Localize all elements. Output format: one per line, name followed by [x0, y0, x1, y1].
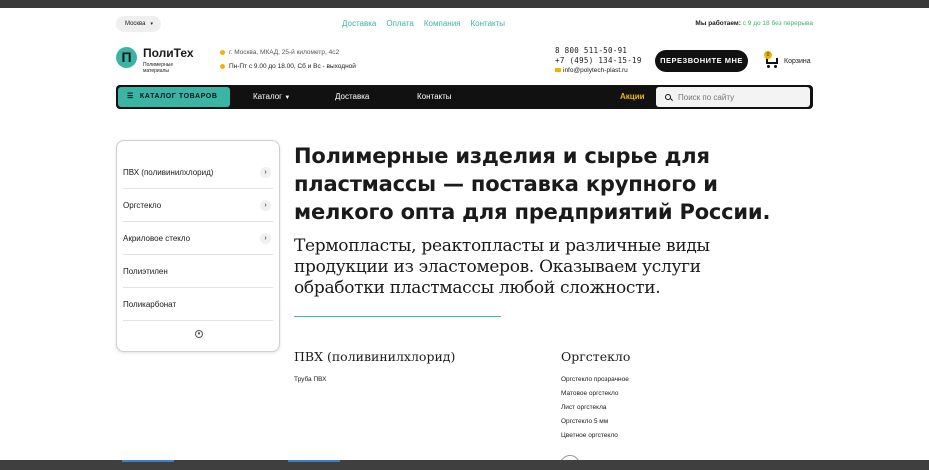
sidebar-item-label: Поликарбонат [123, 299, 177, 309]
top-nav-link-payment[interactable]: Оплата [386, 19, 414, 28]
email-text: info@polytech-plast.ru [563, 67, 628, 74]
category-title-pvc[interactable]: ПВХ (поливинилхлорид) [294, 349, 455, 364]
working-hours: Мы работаем: с 9 до 18 без перерыва [695, 20, 813, 27]
category-link[interactable]: Лист оргстекла [561, 401, 629, 415]
sidebar-item-orgsteklo[interactable]: Оргстекло › [123, 189, 273, 222]
chevron-down-icon: ▾ [150, 21, 153, 27]
sidebar-item-label: ПВХ (поливинилхлорид) [123, 167, 214, 177]
progress-segment [288, 460, 340, 462]
show-more-icon[interactable]: ▾ [195, 330, 203, 338]
sidebar-item-label: Акриловое стекло [123, 233, 191, 243]
category-link[interactable]: Оргстекло 5 мм [561, 415, 629, 429]
top-nav-link-contacts[interactable]: Контакты [471, 19, 506, 28]
divider [294, 316, 501, 317]
address: г. Москва, МКАД, 25-й километр, 4с2 [220, 49, 339, 56]
sidebar-item-polycarbonate[interactable]: Поликарбонат [123, 288, 273, 321]
phone-2[interactable]: +7 (495) 134-15-19 [555, 56, 642, 66]
search-icon [665, 93, 673, 101]
address-text: г. Москва, МКАД, 25-й километр, 4с2 [229, 49, 340, 56]
chevron-right-icon: › [260, 199, 271, 211]
page-subtitle: Термопласты, реактопласты и различные ви… [294, 236, 710, 298]
top-nav: Доставка Оплата Компания Контакты [342, 19, 505, 28]
cart-count-badge: 0 [764, 51, 772, 59]
category-link[interactable]: Оргстекло прозрачное [561, 373, 629, 387]
chevron-right-icon: › [260, 232, 271, 244]
catalog-sidebar: ПВХ (поливинилхлорид) › Оргстекло › Акри… [116, 140, 280, 352]
catalog-label: КАТАЛОГ ТОВАРОВ [139, 93, 218, 100]
cart-label: Корзина [784, 57, 811, 65]
logo-tagline: Полимерные материалы [143, 62, 174, 74]
sidebar-item-acrylic[interactable]: Акриловое стекло › [123, 222, 273, 255]
progress-segment [122, 460, 174, 462]
top-bar: Москва ▾ Доставка Оплата Компания Контак… [116, 16, 813, 32]
top-nav-link-delivery[interactable]: Доставка [342, 19, 376, 28]
chevron-right-icon: › [260, 166, 271, 178]
top-nav-link-company[interactable]: Компания [424, 19, 461, 28]
category-title-orgsteklo[interactable]: Оргстекло [561, 349, 630, 364]
catalog-button[interactable]: ☰ КАТАЛОГ ТОВАРОВ [118, 87, 230, 107]
logo[interactable]: П ПолиТех Полимерные материалы [116, 46, 206, 76]
category-links-orgsteklo: Оргстекло прозрачное Матовое оргстекло Л… [561, 373, 629, 443]
page-title: Полимерные изделия и сырье для пластмасс… [294, 144, 771, 224]
search-input[interactable] [678, 92, 798, 102]
clock-icon [220, 63, 225, 69]
nav-item-catalog[interactable]: Каталог ▼ [253, 85, 290, 109]
chevron-down-icon: ▼ [284, 95, 291, 101]
schedule: Пн-Пт с 9.00 до 18.00, Сб и Вс - выходно… [220, 63, 356, 70]
callback-button[interactable]: ПЕРЕЗВОНИТЕ МНЕ [655, 50, 748, 72]
nav-item-delivery[interactable]: Доставка [335, 85, 369, 109]
city-selector[interactable]: Москва ▾ [116, 16, 161, 32]
sidebar-item-label: Полиэтилен [123, 266, 168, 276]
email-link[interactable]: info@polytech-plast.ru [555, 66, 642, 76]
main-navbar: ☰ КАТАЛОГ ТОВАРОВ Каталог ▼ Доставка Конт… [116, 85, 813, 109]
logo-name: ПолиТех [143, 46, 194, 60]
sidebar-item-polyethylene[interactable]: Полиэтилен [123, 255, 273, 288]
menu-icon: ☰ [127, 93, 134, 100]
hours-label: Мы работаем: [695, 20, 741, 27]
phone-1[interactable]: 8 800 511-50-91 [555, 46, 642, 56]
nav-item-contacts[interactable]: Контакты [417, 85, 452, 109]
nav-item-catalog-label: Каталог [253, 92, 283, 101]
hours-value: с 9 до 18 без перерыва [742, 20, 813, 27]
contacts-block: 8 800 511-50-91 +7 (495) 134-15-19 info@… [555, 46, 642, 76]
category-link[interactable]: Труба ПВХ [294, 373, 327, 387]
location-pin-icon [220, 49, 225, 55]
city-label: Москва [125, 21, 146, 27]
search-box[interactable] [656, 87, 810, 107]
cart-icon: 0 [764, 51, 780, 68]
category-link[interactable]: Матовое оргстекло [561, 387, 629, 401]
cart-button[interactable]: 0 Корзина [764, 51, 811, 68]
schedule-text: Пн-Пт с 9.00 до 18.00, Сб и Вс - выходно… [229, 63, 356, 70]
browser-bottom-bar [0, 460, 929, 470]
category-link[interactable]: Цветное оргстекло [561, 429, 629, 443]
nav-item-promo[interactable]: Акции [620, 85, 645, 109]
category-links-pvc: Труба ПВХ [294, 373, 327, 387]
logo-icon: П [116, 47, 137, 68]
sidebar-item-pvc[interactable]: ПВХ (поливинилхлорид) › [123, 156, 273, 189]
mail-icon [555, 68, 561, 73]
browser-top-bar [0, 0, 929, 8]
sidebar-item-label: Оргстекло [123, 200, 162, 210]
